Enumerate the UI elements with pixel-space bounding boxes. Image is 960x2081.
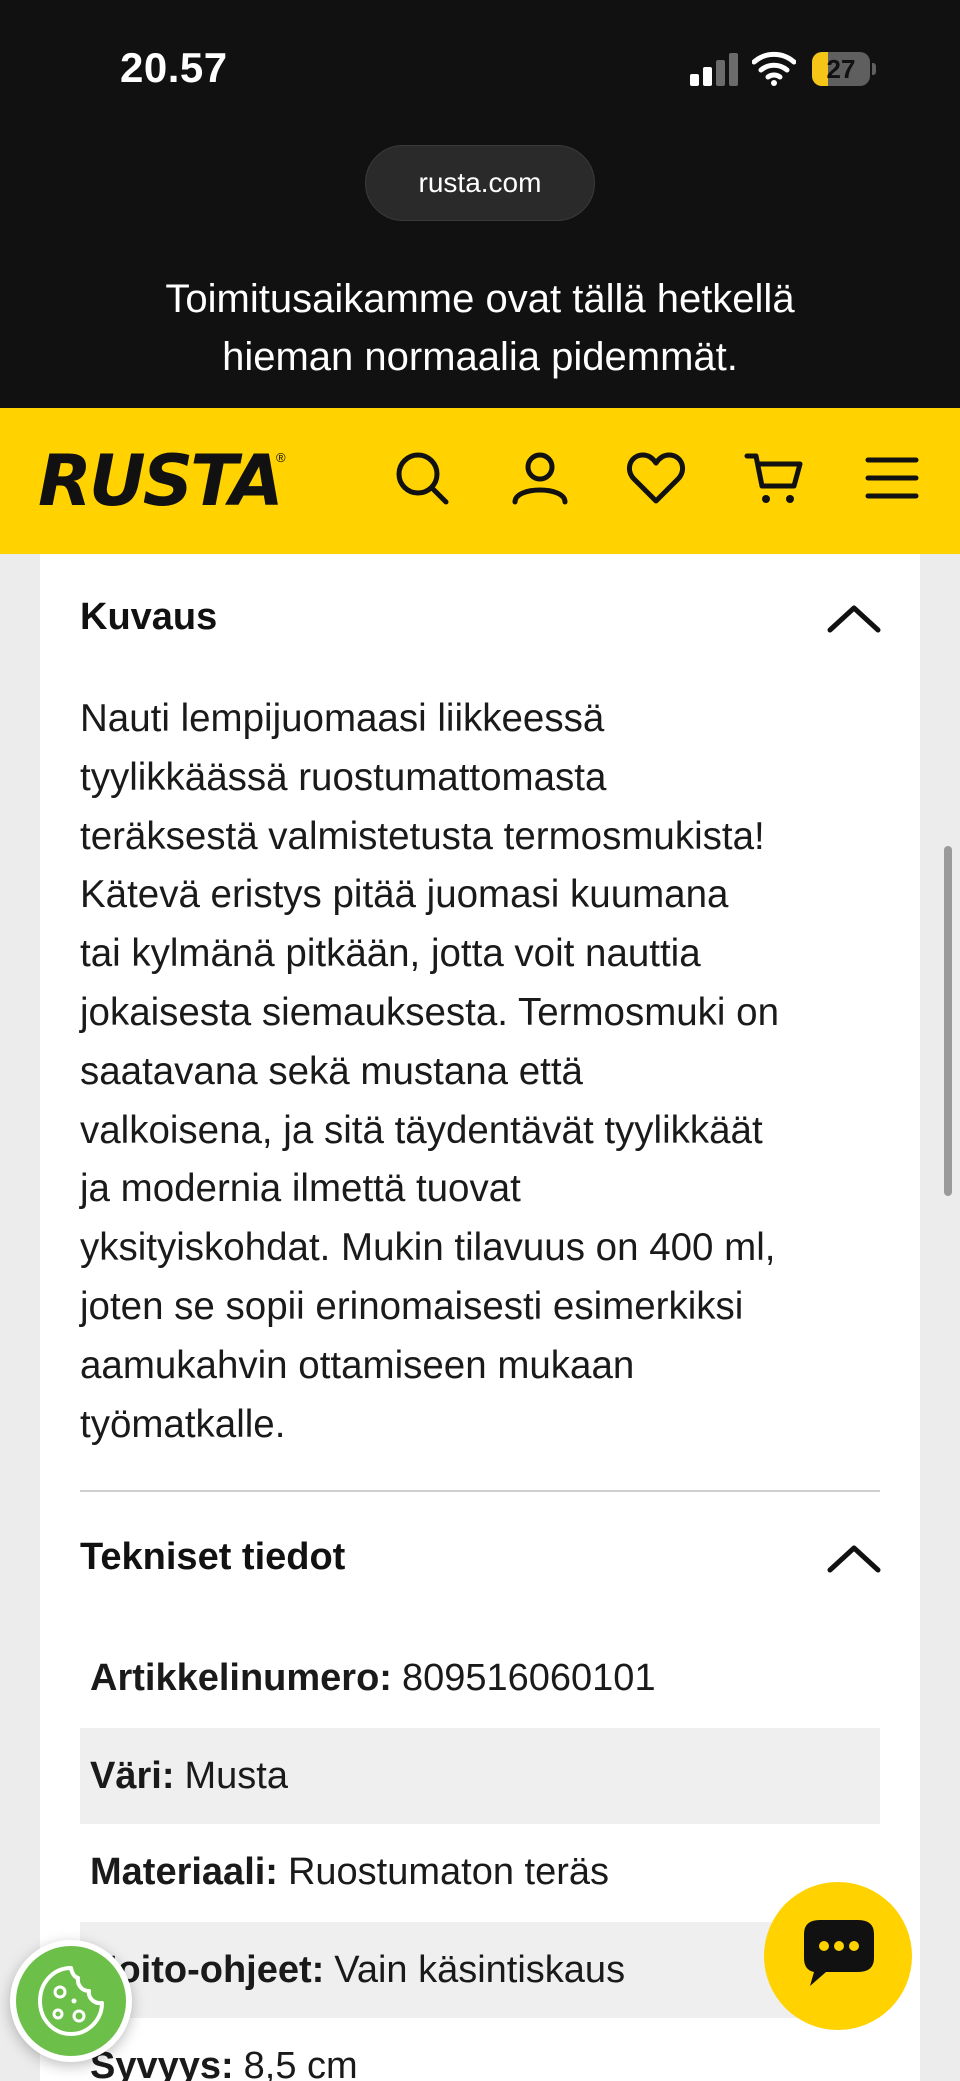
status-time: 20.57 bbox=[120, 44, 228, 91]
url-bar[interactable]: rusta.com bbox=[365, 145, 595, 221]
notice-line-1: Toimitusaikamme ovat tällä hetkellä bbox=[165, 277, 795, 321]
search-icon[interactable] bbox=[392, 448, 452, 508]
menu-icon[interactable] bbox=[862, 448, 922, 508]
spec-label: Materiaali: bbox=[90, 1850, 278, 1893]
wifi-icon bbox=[752, 51, 796, 86]
cart-icon[interactable] bbox=[744, 448, 804, 508]
description-line: valkoisena, ja sitä täydentävät tyylikkä… bbox=[80, 1108, 763, 1152]
spec-label: Artikkelinumero: bbox=[90, 1656, 392, 1699]
description-line: tai kylmänä pitkään, jotta voit nauttia bbox=[80, 932, 701, 976]
chat-button[interactable] bbox=[764, 1882, 912, 2030]
battery-percent: 27 bbox=[826, 54, 856, 84]
delivery-notice: Toimitusaikamme ovat tällä hetkellä hiem… bbox=[60, 270, 900, 386]
description-line: aamukahvin ottamiseen mukaan bbox=[80, 1343, 635, 1387]
spec-value: 809516060101 bbox=[401, 1656, 656, 1699]
description-line: Nauti lempijuomaasi liikkeessä bbox=[80, 697, 605, 740]
tech-specs-title[interactable]: Tekniset tiedot bbox=[80, 1536, 345, 1579]
spec-value: 8,5 cm bbox=[243, 2044, 358, 2081]
section-divider bbox=[80, 1490, 880, 1492]
description-line: jokaisesta siemauksesta. Termosmuki on bbox=[80, 990, 779, 1034]
spec-row-color: Väri: Musta bbox=[80, 1728, 880, 1824]
cookie-settings-button[interactable] bbox=[10, 1940, 132, 2062]
spec-row-care: Hoito-ohjeet: Vain käsintiskaus bbox=[80, 1922, 880, 2018]
description-line: joten se sopii erinomaisesti esimerkiksi bbox=[80, 1284, 744, 1328]
description-line: tyylikkäässä ruostumattomasta bbox=[80, 755, 607, 799]
spec-value: Vain käsintiskaus bbox=[334, 1948, 626, 1991]
spec-row-depth: Syvyys: 8,5 cm bbox=[80, 2018, 880, 2081]
spec-value: Musta bbox=[184, 1754, 288, 1797]
description-title[interactable]: Kuvaus bbox=[80, 596, 217, 639]
account-icon[interactable] bbox=[510, 448, 570, 508]
spec-label: Väri: bbox=[90, 1754, 175, 1797]
top-bar: 20.57 27 rusta.com Toimitusaikamme ovat … bbox=[0, 0, 960, 408]
cookie-icon bbox=[38, 1966, 104, 2036]
chat-icon bbox=[804, 1920, 874, 1986]
page-scrollbar[interactable] bbox=[944, 846, 952, 1196]
description-text: Nauti lempijuomaasi liikkeessä tyylikkää… bbox=[80, 690, 900, 1454]
description-line: työmatkalle. bbox=[80, 1402, 286, 1446]
rusta-logo[interactable]: RUSTA bbox=[38, 446, 284, 516]
collapse-description-chevron-icon[interactable] bbox=[826, 602, 882, 634]
description-line: yksityiskohdat. Mukin tilavuus on 400 ml… bbox=[80, 1226, 776, 1270]
spec-row-article-number: Artikkelinumero: 809516060101 bbox=[80, 1630, 880, 1726]
signal-icon bbox=[690, 52, 738, 86]
heart-icon[interactable] bbox=[626, 448, 686, 508]
site-header: RUSTA ® bbox=[0, 408, 960, 554]
notice-line-2: hieman normaalia pidemmät. bbox=[222, 335, 738, 379]
collapse-tech-specs-chevron-icon[interactable] bbox=[826, 1542, 882, 1574]
battery-icon: 27 bbox=[812, 52, 876, 86]
spec-value: Ruostumaton teräs bbox=[287, 1850, 610, 1893]
spec-row-material: Materiaali: Ruostumaton teräs bbox=[80, 1824, 880, 1920]
description-line: ja modernia ilmettä tuovat bbox=[80, 1167, 521, 1211]
description-line: Kätevä eristys pitää juomasi kuumana bbox=[80, 873, 729, 917]
description-line: teräksestä valmistetusta termosmukista! bbox=[80, 814, 765, 858]
logo-registered-mark: ® bbox=[276, 450, 286, 465]
description-line: saatavana sekä mustana että bbox=[80, 1049, 583, 1093]
